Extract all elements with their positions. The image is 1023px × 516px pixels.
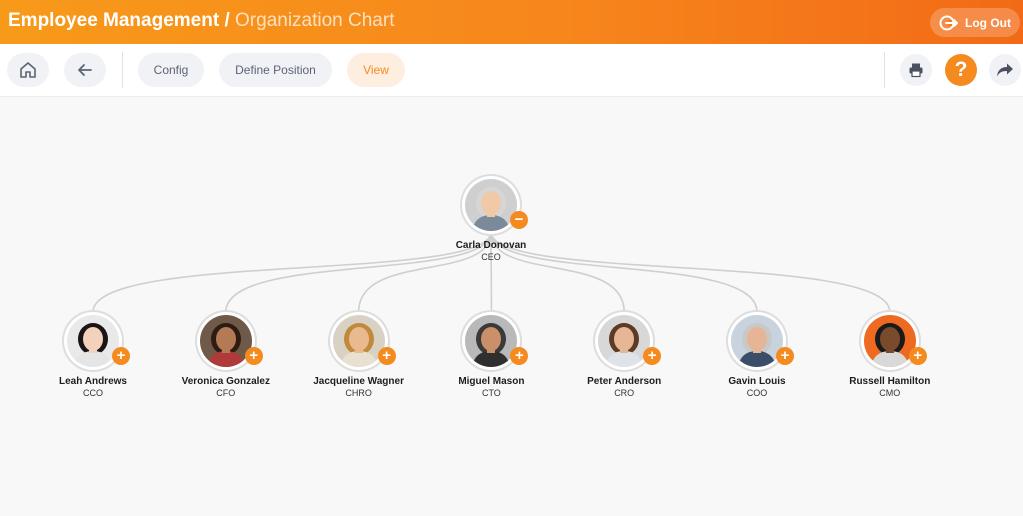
- avatar-photo: [731, 315, 783, 367]
- toolbar-divider: [122, 52, 123, 88]
- logout-button[interactable]: Log Out: [930, 8, 1020, 37]
- avatar-photo: [598, 315, 651, 367]
- printer-icon: [909, 63, 923, 78]
- expand-node-button[interactable]: +: [244, 347, 263, 365]
- employee-name: Miguel Mason: [458, 376, 525, 387]
- avatar[interactable]: +: [329, 312, 396, 370]
- expand-node-button[interactable]: +: [643, 347, 662, 365]
- org-chart: − Carla Donovan CEO + Leah Andrews CCO + Veroni…: [0, 97, 1023, 516]
- expand-node-button[interactable]: +: [377, 347, 396, 365]
- avatar[interactable]: +: [595, 312, 662, 370]
- expand-node-button[interactable]: +: [112, 347, 130, 365]
- employee-name: Gavin Louis: [728, 376, 786, 387]
- share-arrow-icon: [997, 63, 1013, 77]
- employee-name: Carla Donovan: [455, 240, 527, 251]
- employee-role: CTO: [481, 388, 501, 398]
- avatar-photo: [863, 315, 916, 367]
- avatar[interactable]: +: [728, 312, 794, 370]
- collapse-node-button[interactable]: −: [510, 211, 528, 229]
- logout-icon: [939, 15, 958, 30]
- employee-role: CMO: [879, 388, 901, 398]
- employee-role: COO: [746, 388, 768, 398]
- employee-role: CCO: [83, 388, 103, 398]
- avatar[interactable]: +: [462, 312, 529, 370]
- home-button[interactable]: [7, 53, 49, 87]
- tab-config[interactable]: Config: [138, 53, 204, 87]
- employee-name: Russell Hamilton: [849, 376, 931, 387]
- tab-define-position[interactable]: Define Position: [219, 53, 332, 87]
- avatar[interactable]: −: [462, 176, 528, 234]
- org-node-carla-donovan[interactable]: − Carla Donovan CEO: [421, 176, 561, 262]
- expand-node-button[interactable]: +: [510, 347, 529, 365]
- toolbar-divider-right: [884, 52, 885, 88]
- org-node-russell-hamilton[interactable]: + Russell Hamilton CMO: [820, 312, 960, 398]
- toolbar: Config Define Position View ?: [0, 44, 1023, 97]
- home-icon: [20, 62, 36, 78]
- arrow-left-icon: [78, 64, 92, 76]
- avatar-photo: [332, 315, 385, 367]
- org-node-leah-andrews[interactable]: + Leah Andrews CCO: [23, 312, 163, 398]
- share-button[interactable]: [989, 54, 1021, 86]
- employee-role: CFO: [216, 388, 236, 398]
- employee-name: Peter Anderson: [587, 376, 662, 387]
- page-title: Employee Management / Organization Chart: [8, 10, 394, 32]
- expand-node-button[interactable]: +: [908, 347, 927, 365]
- org-node-miguel-mason[interactable]: + Miguel Mason CTO: [421, 312, 561, 398]
- print-button[interactable]: [900, 54, 932, 86]
- avatar-photo: [199, 315, 252, 367]
- back-button[interactable]: [64, 53, 106, 87]
- avatar-photo: [465, 179, 517, 231]
- employee-role: CEO: [481, 252, 501, 262]
- org-node-jacqueline-wagner[interactable]: + Jacqueline Wagner CHRO: [289, 312, 429, 398]
- avatar[interactable]: +: [860, 312, 927, 370]
- logout-label: Log Out: [965, 15, 1011, 30]
- avatar-photo: [67, 315, 119, 367]
- avatar[interactable]: +: [196, 312, 263, 370]
- employee-role: CHRO: [345, 388, 372, 398]
- org-node-peter-anderson[interactable]: + Peter Anderson CRO: [554, 312, 694, 398]
- employee-name: Veronica Gonzalez: [181, 376, 270, 387]
- app-header: Employee Management / Organization Chart…: [0, 0, 1023, 44]
- title-sub: Organization Chart: [235, 10, 395, 31]
- expand-node-button[interactable]: +: [776, 347, 794, 365]
- help-button[interactable]: ?: [945, 54, 977, 86]
- title-main: Employee Management /: [8, 10, 230, 31]
- avatar[interactable]: +: [64, 312, 130, 370]
- tab-view[interactable]: View: [347, 53, 405, 87]
- employee-name: Leah Andrews: [59, 376, 127, 387]
- employee-role: CRO: [614, 388, 635, 398]
- org-links: [92, 231, 891, 313]
- org-node-gavin-louis[interactable]: + Gavin Louis COO: [687, 312, 827, 398]
- employee-name: Jacqueline Wagner: [313, 376, 404, 387]
- avatar-photo: [465, 315, 518, 367]
- org-node-veronica-gonzalez[interactable]: + Veronica Gonzalez CFO: [156, 312, 296, 398]
